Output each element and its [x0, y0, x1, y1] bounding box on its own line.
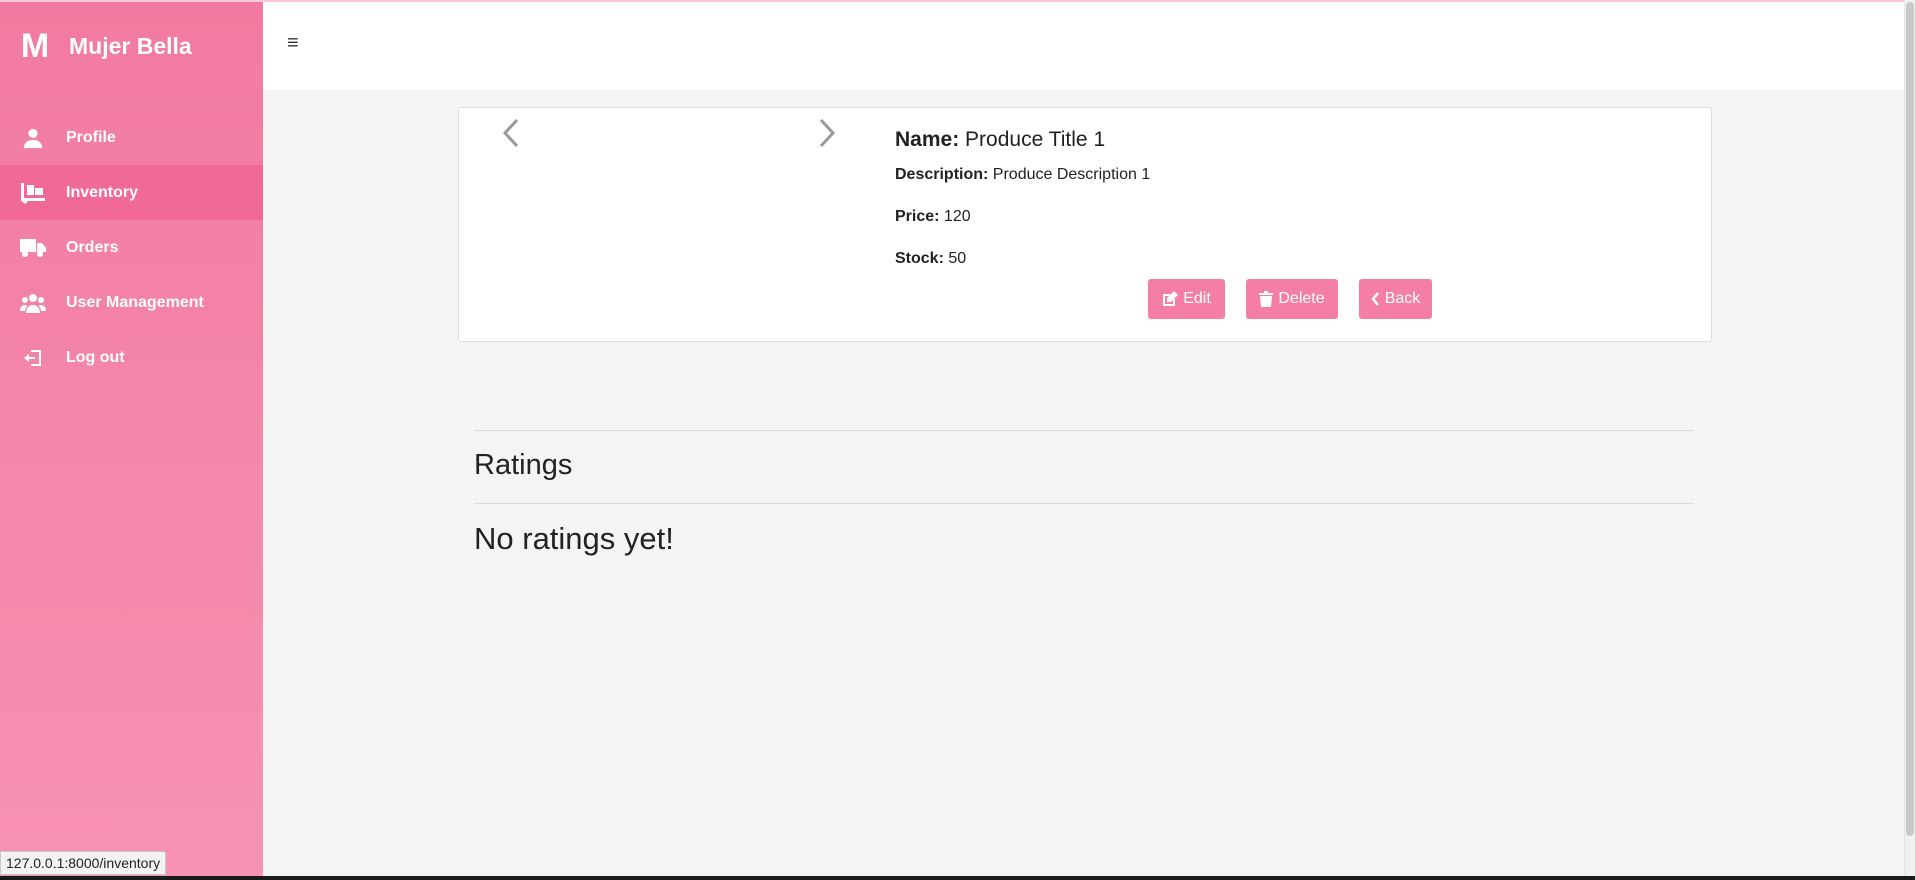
delete-button-label: Delete [1278, 290, 1325, 307]
bottom-bar [0, 876, 1915, 880]
edit-button-label: Edit [1183, 290, 1211, 307]
sidebar-item-label: Orders [66, 238, 119, 256]
product-price-label: Price: [895, 208, 940, 225]
product-name-value: Produce Title 1 [965, 128, 1106, 151]
carousel-prev-icon[interactable] [499, 116, 525, 150]
brand-logo: M [20, 26, 50, 65]
ratings-empty-message: No ratings yet! [474, 521, 674, 556]
back-button[interactable]: Back [1359, 279, 1432, 319]
ratings-divider-bottom [474, 503, 1694, 504]
menu-toggle-icon[interactable]: ≡ [287, 32, 299, 55]
truck-icon [20, 235, 46, 261]
users-icon [20, 290, 46, 316]
sidebar-item-orders[interactable]: Orders [0, 220, 263, 275]
product-details: Name: Produce Title 1 Description: Produ… [895, 128, 1150, 292]
product-description-label: Description: [895, 166, 989, 183]
product-stock-value: 50 [948, 250, 967, 267]
ratings-heading: Ratings [474, 449, 573, 481]
delete-button[interactable]: Delete [1246, 279, 1338, 319]
back-button-label: Back [1384, 290, 1421, 307]
sidebar-item-label: Log out [66, 348, 125, 366]
product-price-value: 120 [943, 208, 971, 225]
edit-icon [1163, 291, 1179, 306]
sidebar: M Mujer Bella Profile Inventory Orders U… [0, 2, 263, 878]
trash-icon [1259, 291, 1274, 307]
product-description-value: Produce Description 1 [992, 166, 1151, 183]
product-name-row: Name: Produce Title 1 [895, 128, 1150, 152]
product-stock-label: Stock: [895, 250, 944, 267]
sidebar-item-user-management[interactable]: User Management [0, 275, 263, 330]
status-bar-url: 127.0.0.1:8000/inventory [0, 851, 167, 875]
product-description-row: Description: Produce Description 1 [895, 166, 1150, 184]
dolly-icon [20, 180, 46, 206]
ratings-divider-top [474, 430, 1694, 431]
brand[interactable]: M Mujer Bella [18, 26, 192, 65]
sidebar-item-label: Profile [66, 128, 116, 146]
logout-icon [20, 345, 46, 371]
product-card: Name: Produce Title 1 Description: Produ… [458, 107, 1712, 342]
edit-button[interactable]: Edit [1148, 279, 1225, 319]
product-name-label: Name: [895, 128, 960, 151]
product-stock-row: Stock: 50 [895, 250, 1150, 268]
brand-name: Mujer Bella [69, 32, 192, 59]
sidebar-item-label: Inventory [66, 183, 139, 201]
chevron-left-icon [1371, 292, 1379, 306]
user-icon [20, 125, 46, 151]
sidebar-item-logout[interactable]: Log out [0, 330, 263, 385]
sidebar-item-label: User Management [66, 293, 204, 311]
sidebar-item-inventory[interactable]: Inventory [0, 165, 263, 220]
scrollbar-thumb[interactable] [1906, 2, 1914, 836]
sidebar-nav: Profile Inventory Orders User Management… [0, 110, 263, 385]
vertical-scrollbar[interactable] [1904, 0, 1915, 878]
top-header: ≡ [263, 2, 1905, 90]
sidebar-item-profile[interactable]: Profile [0, 110, 263, 165]
product-price-row: Price: 120 [895, 208, 1150, 226]
carousel-next-icon[interactable] [813, 116, 839, 150]
